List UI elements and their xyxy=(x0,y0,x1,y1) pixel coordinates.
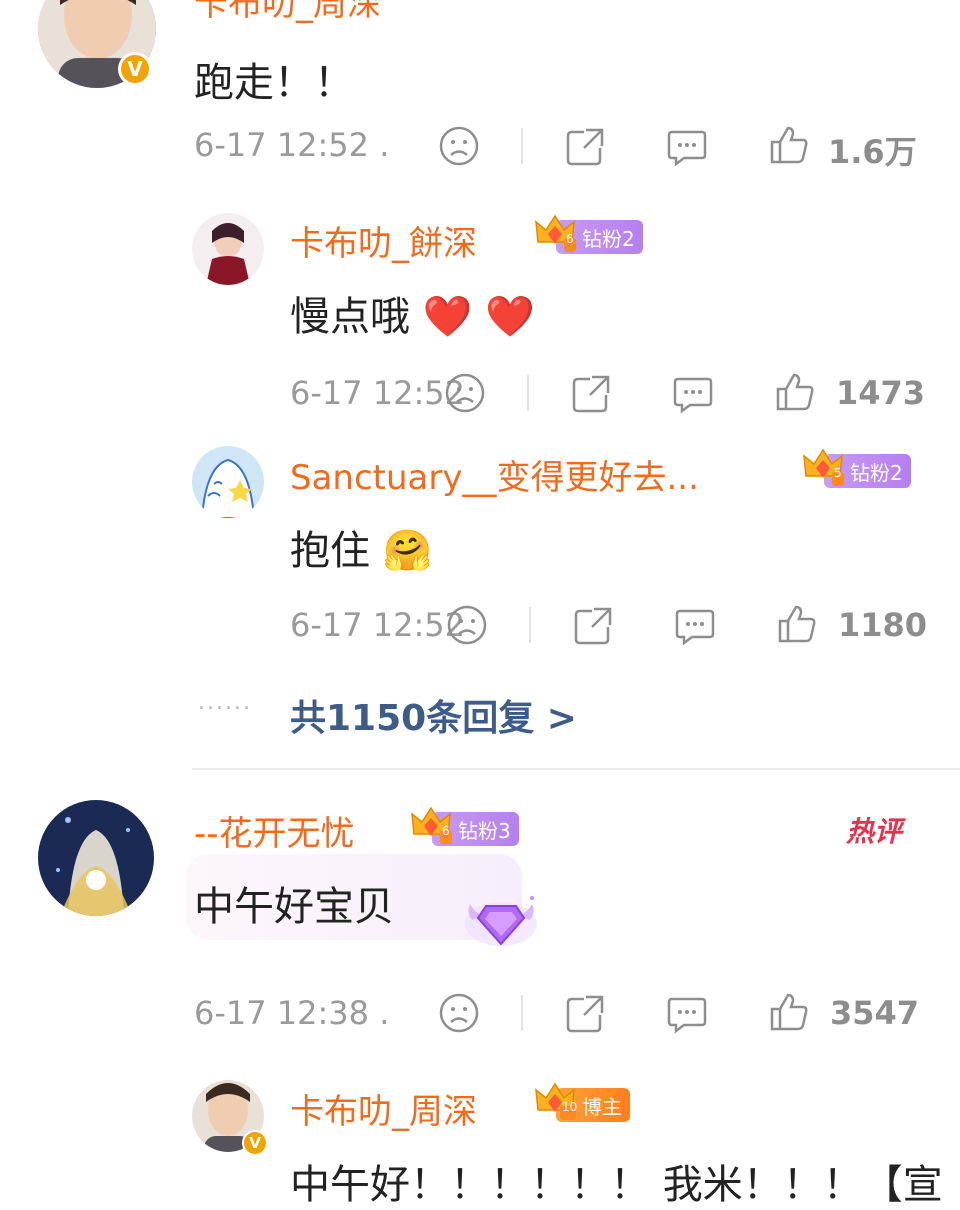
avatar[interactable] xyxy=(192,446,264,518)
share-icon[interactable] xyxy=(564,993,606,1035)
reply-time: 6-17 12:52 xyxy=(290,606,466,644)
like-count: 1.6万 xyxy=(828,133,917,171)
share-icon[interactable] xyxy=(564,126,606,168)
diamond-icon xyxy=(462,890,540,954)
divider xyxy=(192,768,960,770)
fan-badge: 6 钻粉3 xyxy=(411,806,519,846)
comment-icon[interactable] xyxy=(666,126,708,168)
sad-face-icon[interactable] xyxy=(438,992,480,1034)
like-icon[interactable] xyxy=(768,991,810,1033)
reply-text: 抱住 🤗 xyxy=(290,518,433,576)
hug-emoji: 🤗 xyxy=(382,528,433,574)
comment-username[interactable]: 卡布叻_周深 xyxy=(194,0,381,25)
like-count: 1473 xyxy=(836,374,926,412)
like-count: 3547 xyxy=(830,994,920,1032)
fan-badge: 6 钻粉2 xyxy=(535,214,643,254)
badge-label: 钻粉3 xyxy=(458,818,511,843)
verified-icon: V xyxy=(242,1130,268,1156)
separator xyxy=(529,607,531,643)
comment-icon[interactable] xyxy=(674,605,716,647)
verified-icon: V xyxy=(118,52,152,86)
time-label: 6-17 12:38 xyxy=(194,994,370,1032)
sad-face-icon[interactable] xyxy=(438,125,480,167)
comment-time: 6-17 12:38 . xyxy=(194,994,389,1032)
badge-label: 钻粉2 xyxy=(850,460,903,485)
comment-text: 中午好宝贝 xyxy=(194,884,394,930)
avatar[interactable] xyxy=(192,213,264,285)
comment-username[interactable]: --花开无忧 xyxy=(194,806,355,855)
like-count: 1180 xyxy=(838,606,928,644)
more-replies-link[interactable]: 共1150条回复 > xyxy=(290,689,577,741)
blogger-badge: 10 博主 xyxy=(535,1082,630,1122)
like-icon[interactable] xyxy=(776,603,818,645)
share-icon[interactable] xyxy=(572,605,614,647)
time-suffix: . xyxy=(379,126,390,164)
avatar[interactable] xyxy=(38,800,154,916)
time-label: 6-17 12:52 xyxy=(194,126,370,164)
badge-label: 博主 xyxy=(582,1094,622,1119)
separator xyxy=(521,128,523,164)
hot-comment-badge: 热评 xyxy=(846,815,903,848)
sad-face-icon[interactable] xyxy=(446,604,488,646)
reply-text-content: 抱住 xyxy=(290,528,370,574)
comment-text: 跑走！！ xyxy=(194,60,354,106)
sad-face-icon[interactable] xyxy=(444,372,486,414)
like-icon[interactable] xyxy=(768,124,810,166)
comment-time: 6-17 12:52 . xyxy=(194,126,389,164)
reply-username[interactable]: Sanctuary__变得更好去... xyxy=(290,450,699,499)
heart-emoji: ❤️ ❤️ xyxy=(422,294,536,340)
badge-level: 6 xyxy=(566,232,574,246)
share-icon[interactable] xyxy=(570,373,612,415)
badge-level: 6 xyxy=(442,824,450,838)
separator xyxy=(521,995,523,1031)
dots: ...... xyxy=(198,690,252,715)
reply-text-content: 慢点哦 xyxy=(290,294,410,340)
reply-text: 慢点哦 ❤️ ❤️ xyxy=(290,284,535,342)
reply-username[interactable]: 卡布叻_周深 xyxy=(290,1084,477,1133)
badge-level: 5 xyxy=(834,466,842,480)
time-suffix: . xyxy=(379,994,390,1032)
reply-text: 中午好！！！！！！ 我米！！！【宣 xyxy=(290,1162,943,1208)
badge-level: 10 xyxy=(562,1100,578,1114)
fan-badge: 5 钻粉2 xyxy=(803,448,911,488)
badge-label: 钻粉2 xyxy=(582,226,635,251)
comment-icon[interactable] xyxy=(666,993,708,1035)
comment-icon[interactable] xyxy=(672,373,714,415)
reply-time: 6-17 12:52 xyxy=(290,374,466,412)
like-icon[interactable] xyxy=(774,371,816,413)
reply-username[interactable]: 卡布叻_餅深 xyxy=(290,216,477,265)
separator xyxy=(527,375,529,411)
